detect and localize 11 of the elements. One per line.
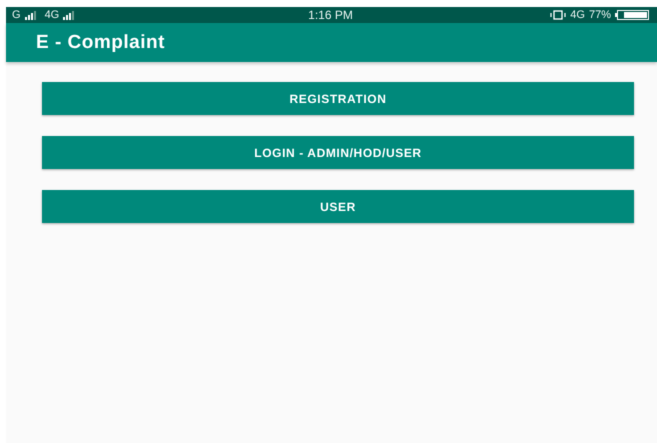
network-label: 4G: [570, 9, 585, 21]
menu-button[interactable]: REGISTRATION: [42, 82, 634, 115]
app-title: E - Complaint: [36, 32, 165, 54]
battery-icon: [615, 10, 650, 20]
carrier-label: 4G: [44, 9, 60, 21]
clock: 1:16 PM: [308, 8, 353, 22]
carrier-label: G: [12, 9, 21, 21]
battery-level: 77%: [588, 9, 612, 21]
menu-button[interactable]: USER: [42, 190, 634, 223]
menu-button[interactable]: LOGIN - ADMIN/HOD/USER: [42, 136, 634, 169]
vibrate-icon: [550, 10, 566, 20]
